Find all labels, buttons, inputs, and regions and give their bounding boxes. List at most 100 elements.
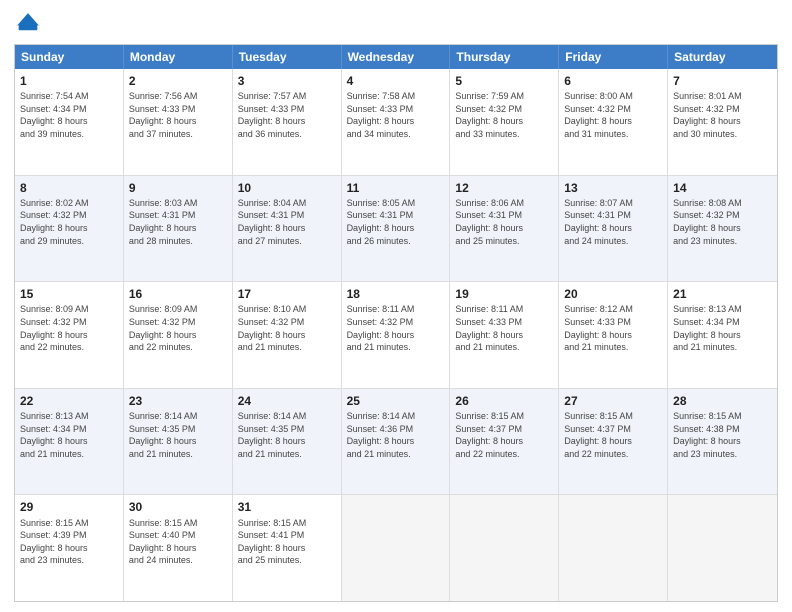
day-number: 25 <box>347 393 445 409</box>
calendar-cell: 2Sunrise: 7:56 AM Sunset: 4:33 PM Daylig… <box>124 69 233 175</box>
calendar-row-2: 15Sunrise: 8:09 AM Sunset: 4:32 PM Dayli… <box>15 281 777 388</box>
cell-info: Sunrise: 8:11 AM Sunset: 4:32 PM Dayligh… <box>347 303 445 353</box>
header-day-friday: Friday <box>559 45 668 69</box>
calendar-cell: 14Sunrise: 8:08 AM Sunset: 4:32 PM Dayli… <box>668 176 777 282</box>
calendar-cell <box>668 495 777 601</box>
day-number: 22 <box>20 393 118 409</box>
calendar-row-0: 1Sunrise: 7:54 AM Sunset: 4:34 PM Daylig… <box>15 69 777 175</box>
logo-icon <box>14 10 42 38</box>
day-number: 9 <box>129 180 227 196</box>
cell-info: Sunrise: 8:01 AM Sunset: 4:32 PM Dayligh… <box>673 90 772 140</box>
day-number: 31 <box>238 499 336 515</box>
calendar-cell: 26Sunrise: 8:15 AM Sunset: 4:37 PM Dayli… <box>450 389 559 495</box>
cell-info: Sunrise: 8:03 AM Sunset: 4:31 PM Dayligh… <box>129 197 227 247</box>
calendar-cell: 28Sunrise: 8:15 AM Sunset: 4:38 PM Dayli… <box>668 389 777 495</box>
top-header <box>14 10 778 38</box>
day-number: 12 <box>455 180 553 196</box>
day-number: 30 <box>129 499 227 515</box>
day-number: 27 <box>564 393 662 409</box>
cell-info: Sunrise: 8:00 AM Sunset: 4:32 PM Dayligh… <box>564 90 662 140</box>
cell-info: Sunrise: 8:02 AM Sunset: 4:32 PM Dayligh… <box>20 197 118 247</box>
cell-info: Sunrise: 8:15 AM Sunset: 4:37 PM Dayligh… <box>564 410 662 460</box>
cell-info: Sunrise: 8:14 AM Sunset: 4:35 PM Dayligh… <box>129 410 227 460</box>
day-number: 14 <box>673 180 772 196</box>
cell-info: Sunrise: 8:14 AM Sunset: 4:36 PM Dayligh… <box>347 410 445 460</box>
cell-info: Sunrise: 8:04 AM Sunset: 4:31 PM Dayligh… <box>238 197 336 247</box>
calendar-cell: 29 Sunrise: 8:15 AM Sunset: 4:39 PM Dayli… <box>15 495 124 601</box>
calendar: SundayMondayTuesdayWednesdayThursdayFrid… <box>14 44 778 602</box>
cell-info: Sunrise: 8:12 AM Sunset: 4:33 PM Dayligh… <box>564 303 662 353</box>
calendar-cell: 10Sunrise: 8:04 AM Sunset: 4:31 PM Dayli… <box>233 176 342 282</box>
calendar-cell: 24Sunrise: 8:14 AM Sunset: 4:35 PM Dayli… <box>233 389 342 495</box>
day-number: 17 <box>238 286 336 302</box>
calendar-cell <box>559 495 668 601</box>
calendar-cell: 9Sunrise: 8:03 AM Sunset: 4:31 PM Daylig… <box>124 176 233 282</box>
calendar-cell: 7Sunrise: 8:01 AM Sunset: 4:32 PM Daylig… <box>668 69 777 175</box>
day-number: 8 <box>20 180 118 196</box>
calendar-cell: 25Sunrise: 8:14 AM Sunset: 4:36 PM Dayli… <box>342 389 451 495</box>
calendar-cell: 6Sunrise: 8:00 AM Sunset: 4:32 PM Daylig… <box>559 69 668 175</box>
logo <box>14 10 44 38</box>
calendar-cell: 30 Sunrise: 8:15 AM Sunset: 4:40 PM Dayli… <box>124 495 233 601</box>
day-number: 15 <box>20 286 118 302</box>
calendar-cell <box>342 495 451 601</box>
cell-info: Sunrise: 7:58 AM Sunset: 4:33 PM Dayligh… <box>347 90 445 140</box>
day-number: 5 <box>455 73 553 89</box>
day-number: 3 <box>238 73 336 89</box>
cell-info: Sunrise: 8:15 AM Sunset: 4:40 PM Dayligh… <box>129 517 227 567</box>
header-day-saturday: Saturday <box>668 45 777 69</box>
calendar-cell: 19Sunrise: 8:11 AM Sunset: 4:33 PM Dayli… <box>450 282 559 388</box>
calendar-cell: 4Sunrise: 7:58 AM Sunset: 4:33 PM Daylig… <box>342 69 451 175</box>
calendar-row-1: 8Sunrise: 8:02 AM Sunset: 4:32 PM Daylig… <box>15 175 777 282</box>
cell-info: Sunrise: 8:13 AM Sunset: 4:34 PM Dayligh… <box>673 303 772 353</box>
cell-info: Sunrise: 8:07 AM Sunset: 4:31 PM Dayligh… <box>564 197 662 247</box>
day-number: 6 <box>564 73 662 89</box>
calendar-row-3: 22Sunrise: 8:13 AM Sunset: 4:34 PM Dayli… <box>15 388 777 495</box>
calendar-cell: 3Sunrise: 7:57 AM Sunset: 4:33 PM Daylig… <box>233 69 342 175</box>
day-number: 28 <box>673 393 772 409</box>
header-day-thursday: Thursday <box>450 45 559 69</box>
day-number: 29 <box>20 499 118 515</box>
cell-info: Sunrise: 7:54 AM Sunset: 4:34 PM Dayligh… <box>20 90 118 140</box>
day-number: 1 <box>20 73 118 89</box>
header-day-monday: Monday <box>124 45 233 69</box>
day-number: 4 <box>347 73 445 89</box>
cell-info: Sunrise: 8:11 AM Sunset: 4:33 PM Dayligh… <box>455 303 553 353</box>
cell-info: Sunrise: 8:15 AM Sunset: 4:39 PM Dayligh… <box>20 517 118 567</box>
day-number: 24 <box>238 393 336 409</box>
calendar-cell: 17Sunrise: 8:10 AM Sunset: 4:32 PM Dayli… <box>233 282 342 388</box>
calendar-cell: 21Sunrise: 8:13 AM Sunset: 4:34 PM Dayli… <box>668 282 777 388</box>
page: SundayMondayTuesdayWednesdayThursdayFrid… <box>0 0 792 612</box>
cell-info: Sunrise: 7:57 AM Sunset: 4:33 PM Dayligh… <box>238 90 336 140</box>
day-number: 7 <box>673 73 772 89</box>
cell-info: Sunrise: 8:15 AM Sunset: 4:37 PM Dayligh… <box>455 410 553 460</box>
cell-info: Sunrise: 8:15 AM Sunset: 4:38 PM Dayligh… <box>673 410 772 460</box>
calendar-cell: 23Sunrise: 8:14 AM Sunset: 4:35 PM Dayli… <box>124 389 233 495</box>
day-number: 21 <box>673 286 772 302</box>
day-number: 23 <box>129 393 227 409</box>
day-number: 11 <box>347 180 445 196</box>
calendar-cell: 27Sunrise: 8:15 AM Sunset: 4:37 PM Dayli… <box>559 389 668 495</box>
calendar-cell: 11Sunrise: 8:05 AM Sunset: 4:31 PM Dayli… <box>342 176 451 282</box>
calendar-cell: 12Sunrise: 8:06 AM Sunset: 4:31 PM Dayli… <box>450 176 559 282</box>
cell-info: Sunrise: 8:15 AM Sunset: 4:41 PM Dayligh… <box>238 517 336 567</box>
calendar-row-4: 29 Sunrise: 8:15 AM Sunset: 4:39 PM Dayli… <box>15 494 777 601</box>
calendar-cell: 5Sunrise: 7:59 AM Sunset: 4:32 PM Daylig… <box>450 69 559 175</box>
calendar-cell: 22Sunrise: 8:13 AM Sunset: 4:34 PM Dayli… <box>15 389 124 495</box>
calendar-cell: 18Sunrise: 8:11 AM Sunset: 4:32 PM Dayli… <box>342 282 451 388</box>
calendar-cell: 15Sunrise: 8:09 AM Sunset: 4:32 PM Dayli… <box>15 282 124 388</box>
calendar-cell: 16Sunrise: 8:09 AM Sunset: 4:32 PM Dayli… <box>124 282 233 388</box>
day-number: 26 <box>455 393 553 409</box>
calendar-header: SundayMondayTuesdayWednesdayThursdayFrid… <box>15 45 777 69</box>
cell-info: Sunrise: 8:14 AM Sunset: 4:35 PM Dayligh… <box>238 410 336 460</box>
day-number: 20 <box>564 286 662 302</box>
calendar-cell: 8Sunrise: 8:02 AM Sunset: 4:32 PM Daylig… <box>15 176 124 282</box>
day-number: 16 <box>129 286 227 302</box>
calendar-body: 1Sunrise: 7:54 AM Sunset: 4:34 PM Daylig… <box>15 69 777 601</box>
calendar-cell: 1Sunrise: 7:54 AM Sunset: 4:34 PM Daylig… <box>15 69 124 175</box>
calendar-cell <box>450 495 559 601</box>
day-number: 19 <box>455 286 553 302</box>
day-number: 2 <box>129 73 227 89</box>
calendar-cell: 20Sunrise: 8:12 AM Sunset: 4:33 PM Dayli… <box>559 282 668 388</box>
day-number: 10 <box>238 180 336 196</box>
